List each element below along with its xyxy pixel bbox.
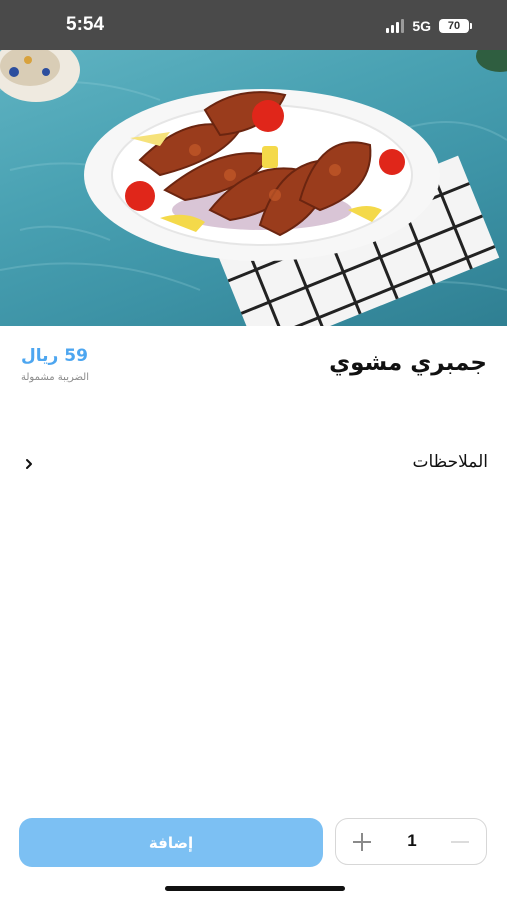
minus-icon[interactable] [448, 830, 472, 854]
dish-image [0, 50, 507, 326]
notes-label: الملاحظات [412, 452, 488, 472]
status-time: 5:54 [66, 14, 105, 35]
chevron-right-icon [26, 459, 32, 469]
quantity-value: 1 [407, 831, 417, 850]
tax-included-note: الضريبة مشمولة [21, 372, 89, 383]
dish-title: جمبري مشوي [329, 350, 487, 376]
network-type: 5G [412, 18, 431, 34]
notes-row[interactable]: الملاحظات [20, 448, 488, 482]
quantity-stepper: 1 [335, 818, 487, 865]
home-indicator [165, 886, 345, 891]
plus-icon[interactable] [350, 830, 374, 854]
add-to-cart-button[interactable]: إضافة [19, 818, 323, 867]
grilled-shrimp-plate-image [0, 50, 507, 326]
status-bar: 5:54 5G 70 [0, 0, 507, 50]
signal-icon [386, 19, 405, 33]
price-label: 59 ريال [21, 346, 88, 366]
battery-icon: 70 [439, 19, 472, 33]
status-indicators: 5G 70 [386, 16, 472, 36]
